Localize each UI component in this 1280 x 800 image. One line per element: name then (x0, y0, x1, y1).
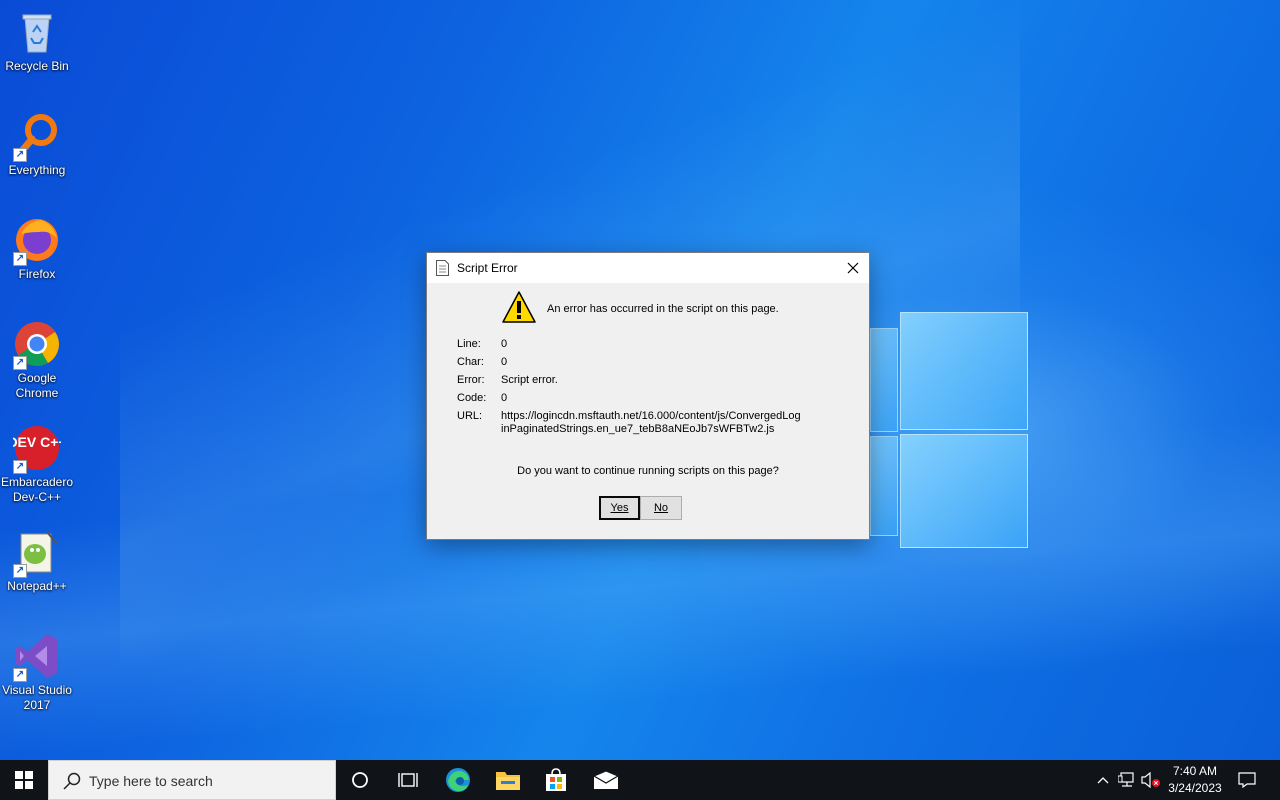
edge-icon (446, 768, 470, 792)
field-value-url: https://logincdn.msftauth.net/16.000/con… (501, 410, 801, 435)
shortcut-arrow-icon: ↗ (13, 148, 27, 162)
desktop-icon-notepadpp[interactable]: ↗ Notepad++ (0, 528, 74, 594)
desktop-icon-label: Recycle Bin (5, 59, 69, 73)
mail-icon (593, 770, 619, 789)
shortcut-arrow-icon: ↗ (13, 564, 27, 578)
shortcut-arrow-icon: ↗ (13, 252, 27, 266)
field-value-char: 0 (501, 356, 508, 368)
shortcut-arrow-icon: ↗ (13, 460, 27, 474)
task-view-icon (398, 773, 418, 787)
desktop-icon-label: Notepad++ (7, 579, 67, 593)
desktop-icon-chrome[interactable]: ↗ Google Chrome (0, 320, 74, 401)
visual-studio-icon: ↗ (13, 632, 61, 682)
desktop-icon-label: Visual Studio 2017 (2, 683, 72, 712)
desktop-icon-devcpp[interactable]: DEV C++ ↗ Embarcadero Dev-C++ (0, 424, 74, 505)
desktop-icon-label: Firefox (18, 267, 56, 281)
shortcut-arrow-icon: ↗ (13, 668, 27, 682)
start-button[interactable] (0, 760, 48, 800)
windows-logo (860, 308, 1030, 548)
error-message: An error has occurred in the script on t… (547, 303, 779, 315)
notepadpp-icon: ↗ (13, 528, 61, 578)
store-icon (546, 768, 566, 791)
field-value-error: Script error. (501, 374, 558, 386)
task-view-button[interactable] (384, 760, 432, 800)
field-label-line: Line: (457, 338, 481, 350)
yes-button[interactable]: Yes (599, 496, 640, 520)
recycle-bin-icon (13, 8, 61, 56)
field-value-code: 0 (501, 392, 508, 404)
network-icon (1118, 772, 1134, 787)
chrome-icon: ↗ (13, 320, 61, 370)
network-button[interactable] (1116, 760, 1138, 800)
action-center-button[interactable] (1232, 760, 1262, 800)
field-value-line: 0 (501, 338, 508, 350)
devcpp-icon: DEV C++ ↗ (7, 424, 67, 474)
show-hidden-icons-button[interactable] (1092, 760, 1114, 800)
volume-button[interactable] (1140, 760, 1162, 800)
desktop-icon-label: Everything (8, 163, 66, 177)
file-explorer-button[interactable] (484, 760, 532, 800)
warning-icon (502, 291, 536, 323)
taskbar: 7:40 AM 3/24/2023 (0, 760, 1280, 800)
cortana-icon (352, 772, 368, 788)
script-error-dialog: Script Error An error has occurred in th… (426, 252, 870, 540)
desktop-icon-everything[interactable]: ↗ Everything (0, 112, 74, 178)
taskbar-clock[interactable]: 7:40 AM 3/24/2023 (1160, 763, 1230, 797)
clock-date: 3/24/2023 (1168, 781, 1222, 795)
firefox-icon: ↗ (13, 216, 61, 266)
dialog-titlebar[interactable]: Script Error (427, 253, 869, 283)
dialog-title: Script Error (457, 261, 518, 275)
clock-time: 7:40 AM (1172, 764, 1218, 778)
chevron-up-icon (1097, 777, 1109, 784)
cortana-button[interactable] (336, 760, 384, 800)
field-label-url: URL: (457, 410, 483, 422)
close-button[interactable] (837, 253, 869, 283)
yes-button-label: Yes (610, 502, 629, 514)
file-explorer-icon (496, 772, 520, 790)
desktop-icon-firefox[interactable]: ↗ Firefox (0, 216, 74, 282)
field-label-error: Error: (457, 374, 485, 386)
notification-icon (1238, 772, 1256, 788)
continue-question: Do you want to continue running scripts … (517, 465, 779, 477)
devcpp-logo-text: DEV C++ (13, 434, 61, 450)
store-button[interactable] (532, 760, 580, 800)
mail-button[interactable] (582, 760, 630, 800)
search-icon (63, 772, 81, 790)
windows-start-icon (15, 771, 33, 789)
desktop-icon-visual-studio[interactable]: ↗ Visual Studio 2017 (0, 632, 74, 713)
field-label-code: Code: (457, 392, 487, 404)
no-button[interactable]: No (640, 496, 682, 520)
volume-muted-icon (1141, 772, 1160, 788)
shortcut-arrow-icon: ↗ (13, 356, 27, 370)
no-button-label: No (653, 502, 669, 514)
close-icon (847, 262, 859, 274)
field-label-char: Char: (457, 356, 484, 368)
desktop-icon-label: Embarcadero Dev-C++ (0, 475, 74, 504)
search-input[interactable] (89, 771, 319, 791)
desktop-icon-label: Google Chrome (15, 371, 59, 400)
document-icon (436, 260, 449, 276)
taskbar-search-box[interactable] (48, 760, 336, 800)
everything-search-icon: ↗ (13, 112, 61, 162)
edge-button[interactable] (434, 760, 482, 800)
desktop-icon-recycle-bin[interactable]: Recycle Bin (0, 8, 74, 74)
desktop-background: Recycle Bin ↗ Everything ↗ Firefox ↗ Goo… (0, 0, 1280, 760)
